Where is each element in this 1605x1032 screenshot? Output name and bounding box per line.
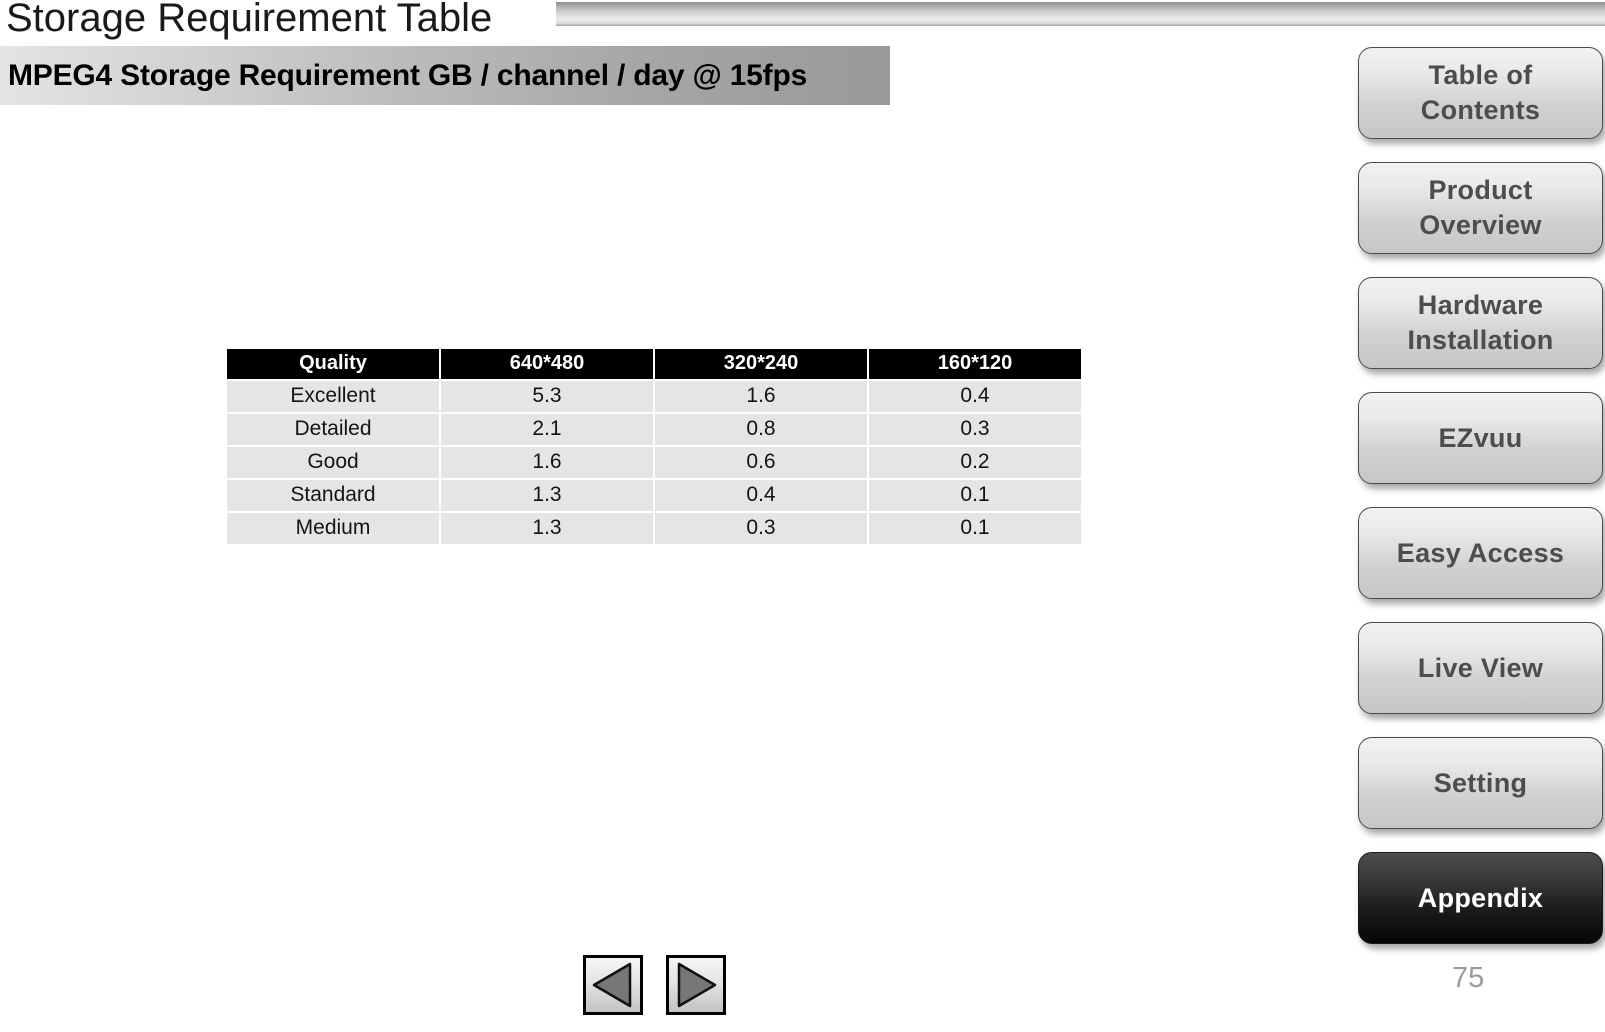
table-cell: 0.3 — [655, 513, 867, 544]
previous-slide-button[interactable] — [583, 955, 643, 1015]
table-cell: Excellent — [227, 381, 439, 412]
table-cell: 1.3 — [441, 480, 653, 511]
storage-requirement-table: Quality 640*480 320*240 160*120 Excellen… — [225, 347, 1083, 546]
sidebar-item-appendix[interactable]: Appendix — [1358, 852, 1603, 944]
table-header-cell: 640*480 — [441, 349, 653, 379]
table-header-cell: Quality — [227, 349, 439, 379]
table-cell: 0.1 — [869, 513, 1081, 544]
next-slide-button[interactable] — [666, 955, 727, 1015]
sidebar-item-label: Easy Access — [1396, 537, 1565, 568]
page-title: Storage Requirement Table — [6, 0, 493, 40]
table-header-cell: 160*120 — [869, 349, 1081, 379]
sidebar-item-easy-access[interactable]: Easy Access — [1358, 507, 1603, 599]
triangle-left-icon — [586, 958, 640, 1012]
sidebar-item-label: Hardware Installation — [1407, 290, 1554, 355]
table-cell: 0.4 — [869, 381, 1081, 412]
table-cell: 1.6 — [655, 381, 867, 412]
table-cell: 0.4 — [655, 480, 867, 511]
sidebar-item-label: Product Overview — [1419, 175, 1542, 240]
table-cell: 1.3 — [441, 513, 653, 544]
sidebar-item-hardware-installation[interactable]: Hardware Installation — [1358, 277, 1603, 369]
sidebar-item-table-of-contents[interactable]: Table of Contents — [1358, 47, 1603, 139]
sidebar-item-label: EZvuu — [1438, 422, 1523, 453]
header-accent-bar — [556, 2, 1605, 26]
table-cell: Standard — [227, 480, 439, 511]
sidebar-item-product-overview[interactable]: Product Overview — [1358, 162, 1603, 254]
page-number: 75 — [1452, 962, 1485, 994]
section-banner-label: MPEG4 Storage Requirement GB / channel /… — [8, 58, 808, 92]
sidebar-item-label: Setting — [1433, 767, 1528, 798]
table-cell: 1.6 — [441, 447, 653, 478]
sidebar-navigation: Table of Contents Product Overview Hardw… — [1358, 47, 1605, 967]
sidebar-item-label: Live View — [1417, 652, 1544, 683]
sidebar-item-setting[interactable]: Setting — [1358, 737, 1603, 829]
table-cell: Good — [227, 447, 439, 478]
table-row: Good 1.6 0.6 0.2 — [227, 447, 1081, 478]
sidebar-item-live-view[interactable]: Live View — [1358, 622, 1603, 714]
sidebar-item-label: Table of Contents — [1420, 60, 1541, 125]
table-row: Detailed 2.1 0.8 0.3 — [227, 414, 1081, 445]
table-row: Excellent 5.3 1.6 0.4 — [227, 381, 1081, 412]
table-header-row: Quality 640*480 320*240 160*120 — [227, 349, 1081, 379]
table-cell: 2.1 — [441, 414, 653, 445]
table-cell: 5.3 — [441, 381, 653, 412]
table-cell: 0.6 — [655, 447, 867, 478]
section-banner: MPEG4 Storage Requirement GB / channel /… — [0, 46, 890, 105]
table-cell: 0.8 — [655, 414, 867, 445]
table-header-cell: 320*240 — [655, 349, 867, 379]
table-cell: Detailed — [227, 414, 439, 445]
table-cell: 0.3 — [869, 414, 1081, 445]
table-cell: 0.2 — [869, 447, 1081, 478]
table-cell: Medium — [227, 513, 439, 544]
table-cell: 0.1 — [869, 480, 1081, 511]
sidebar-item-ezvuu[interactable]: EZvuu — [1358, 392, 1603, 484]
triangle-right-icon — [669, 958, 723, 1012]
slide-navigation-controls — [583, 955, 745, 1015]
table-row: Medium 1.3 0.3 0.1 — [227, 513, 1081, 544]
sidebar-item-label: Appendix — [1417, 882, 1544, 913]
table-row: Standard 1.3 0.4 0.1 — [227, 480, 1081, 511]
